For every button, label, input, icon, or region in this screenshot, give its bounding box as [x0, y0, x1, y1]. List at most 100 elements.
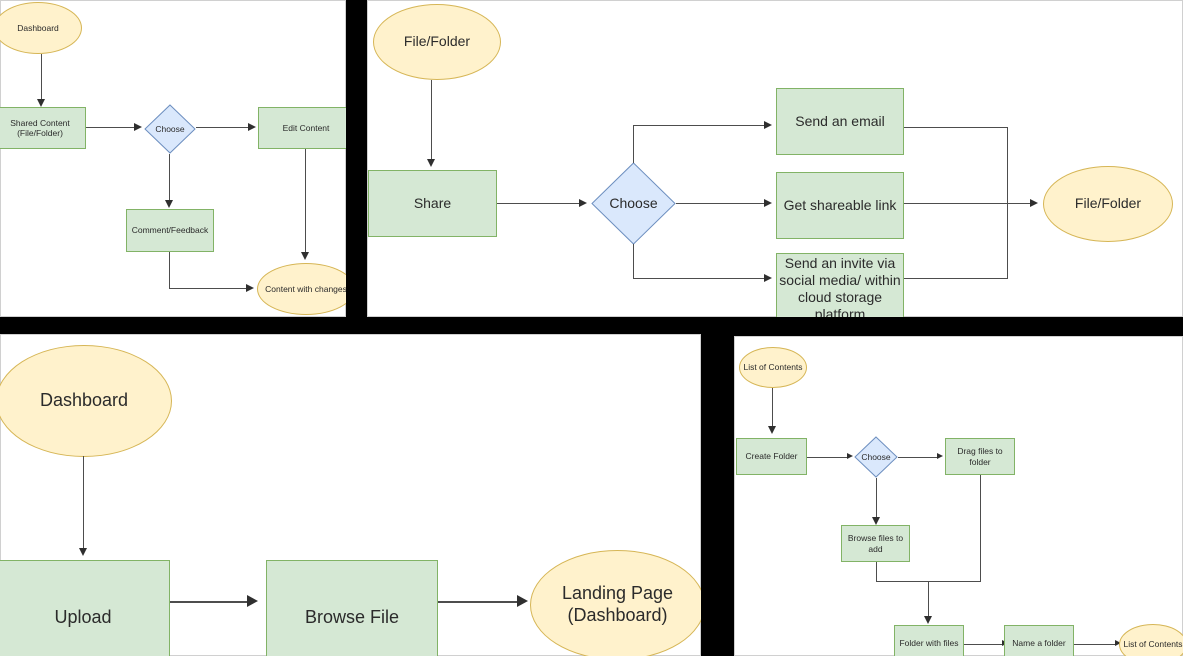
- node-dashboard[interactable]: Dashboard: [0, 2, 82, 54]
- node-list-of-contents-start[interactable]: List of Contents: [739, 347, 807, 388]
- arrowhead-right: [517, 595, 528, 607]
- node-dashboard[interactable]: Dashboard: [0, 345, 172, 457]
- arrowhead-right: [248, 123, 256, 131]
- connector-choose-down: [633, 244, 635, 279]
- connector-invite-right: [904, 278, 1008, 280]
- panel-create-folder-flow: List of Contents Create Folder Choose Dr…: [734, 336, 1183, 656]
- node-label: Dashboard: [39, 390, 129, 411]
- arrowhead-down: [79, 548, 87, 556]
- arrowhead-down: [165, 200, 173, 208]
- node-get-shareable-link[interactable]: Get shareable link: [776, 172, 904, 239]
- connector-choose-to-invite: [633, 278, 766, 280]
- node-label: Create Folder: [745, 451, 798, 462]
- flowchart-collage: { "colors": { "process_fill": "#d5e8d4",…: [0, 0, 1183, 656]
- node-label: Drag files to folder: [957, 446, 1003, 467]
- arrowhead-down: [924, 616, 932, 624]
- node-list-of-contents-end[interactable]: List of Contents: [1119, 624, 1183, 656]
- arrowhead-right: [246, 284, 254, 292]
- node-label-line2: (Dashboard): [567, 605, 668, 625]
- node-label: Content with changes: [265, 283, 346, 294]
- connector-choose-to-drag: [898, 457, 939, 459]
- connector-email-right: [904, 127, 1008, 129]
- arrowhead-down: [872, 517, 880, 525]
- node-label: Get shareable link: [783, 196, 897, 213]
- node-label-line1: Shared Content: [10, 117, 70, 128]
- arrowhead-down: [301, 252, 309, 260]
- connector-list-to-create: [772, 388, 774, 429]
- node-file-folder-start[interactable]: File/Folder: [373, 4, 501, 80]
- node-label: List of Contents: [1123, 639, 1183, 650]
- node-shared-content[interactable]: Shared Content (File/Folder): [0, 107, 86, 149]
- node-label: Browse files to add: [847, 533, 904, 554]
- arrowhead-right: [247, 595, 258, 607]
- node-label: Choose: [861, 451, 891, 462]
- arrowhead-right: [937, 453, 943, 459]
- node-folder-with-files[interactable]: Folder with files: [894, 625, 964, 656]
- panel-upload-flow: Dashboard Upload Browse File Landing Pag…: [0, 334, 701, 656]
- connector-create-to-choose: [807, 457, 849, 459]
- node-label: Dashboard: [17, 22, 59, 33]
- node-label: Choose: [155, 123, 185, 134]
- node-create-folder[interactable]: Create Folder: [736, 438, 807, 475]
- node-label-line3: cloud storage: [797, 289, 883, 305]
- node-label: Edit Content: [282, 122, 330, 133]
- node-label: Browse File: [304, 607, 400, 628]
- panel-share-flow: File/Folder Share Choose Send an email G…: [367, 0, 1183, 317]
- node-share[interactable]: Share: [368, 170, 497, 237]
- connector-choose-up: [633, 125, 635, 163]
- node-edit-content[interactable]: Edit Content: [258, 107, 346, 149]
- connector-link-to-filefolder: [904, 203, 1032, 205]
- node-label: Name a folder: [1012, 638, 1066, 649]
- connector-drag-down: [980, 475, 982, 582]
- node-label: File/Folder: [1074, 195, 1142, 212]
- node-content-with-changes[interactable]: Content with changes: [257, 263, 346, 315]
- connector-share-to-choose: [497, 203, 582, 205]
- connector-name-to-list: [1074, 644, 1117, 646]
- node-choose-decision[interactable]: Choose: [591, 162, 676, 245]
- connector-choose-down: [876, 478, 878, 520]
- node-browse-files-to-add[interactable]: Browse files to add: [841, 525, 910, 562]
- connector-choose-to-email: [633, 125, 766, 127]
- arrowhead-right: [1030, 199, 1038, 207]
- node-label-line2: (File/Folder): [17, 128, 63, 138]
- connector-merge-to-folder: [928, 581, 930, 619]
- node-choose-decision[interactable]: Choose: [144, 104, 196, 154]
- node-browse-file[interactable]: Browse File: [266, 560, 438, 656]
- node-upload[interactable]: Upload: [0, 560, 170, 656]
- arrowhead-right: [764, 121, 772, 129]
- connector-browse-down: [876, 562, 878, 582]
- node-send-email[interactable]: Send an email: [776, 88, 904, 155]
- node-label: File/Folder: [403, 33, 471, 50]
- node-name-a-folder[interactable]: Name a folder: [1004, 625, 1074, 656]
- connector-merge-rail-top: [1007, 127, 1009, 205]
- connector-comment-down: [169, 252, 171, 289]
- arrowhead-right: [579, 199, 587, 207]
- connector-shared-to-choose: [86, 127, 136, 129]
- node-send-invite[interactable]: Send an invite via social media/ within …: [776, 253, 904, 317]
- connector-dashboard-to-shared: [41, 54, 43, 100]
- connector-browse-to-landing: [438, 601, 520, 604]
- node-drag-files-to-folder[interactable]: Drag files to folder: [945, 438, 1015, 475]
- arrowhead-right: [764, 199, 772, 207]
- node-comment-feedback[interactable]: Comment/Feedback: [126, 209, 214, 252]
- arrowhead-right: [847, 453, 853, 459]
- node-label: Share: [413, 194, 452, 211]
- node-label-line2: social media/ within: [779, 271, 901, 288]
- arrowhead-right: [764, 274, 772, 282]
- node-file-folder-end[interactable]: File/Folder: [1043, 166, 1173, 242]
- node-label-line1: Send an invite via: [784, 254, 896, 271]
- connector-dashboard-to-upload: [83, 456, 85, 552]
- connector-choose-to-link: [676, 203, 766, 205]
- connector-choose-to-edit: [196, 127, 250, 129]
- arrowhead-down: [37, 99, 45, 107]
- node-landing-page[interactable]: Landing Page (Dashboard): [530, 550, 701, 656]
- node-label: Upload: [54, 607, 112, 628]
- connector-folder-to-name: [964, 644, 1004, 646]
- node-label: Comment/Feedback: [131, 225, 209, 236]
- node-label-line1: Landing Page: [561, 583, 674, 604]
- connector-edit-to-changes: [305, 149, 307, 254]
- arrowhead-right: [134, 123, 142, 131]
- connector-comment-right: [169, 288, 248, 290]
- arrowhead-down: [427, 159, 435, 167]
- node-choose-decision[interactable]: Choose: [854, 436, 898, 478]
